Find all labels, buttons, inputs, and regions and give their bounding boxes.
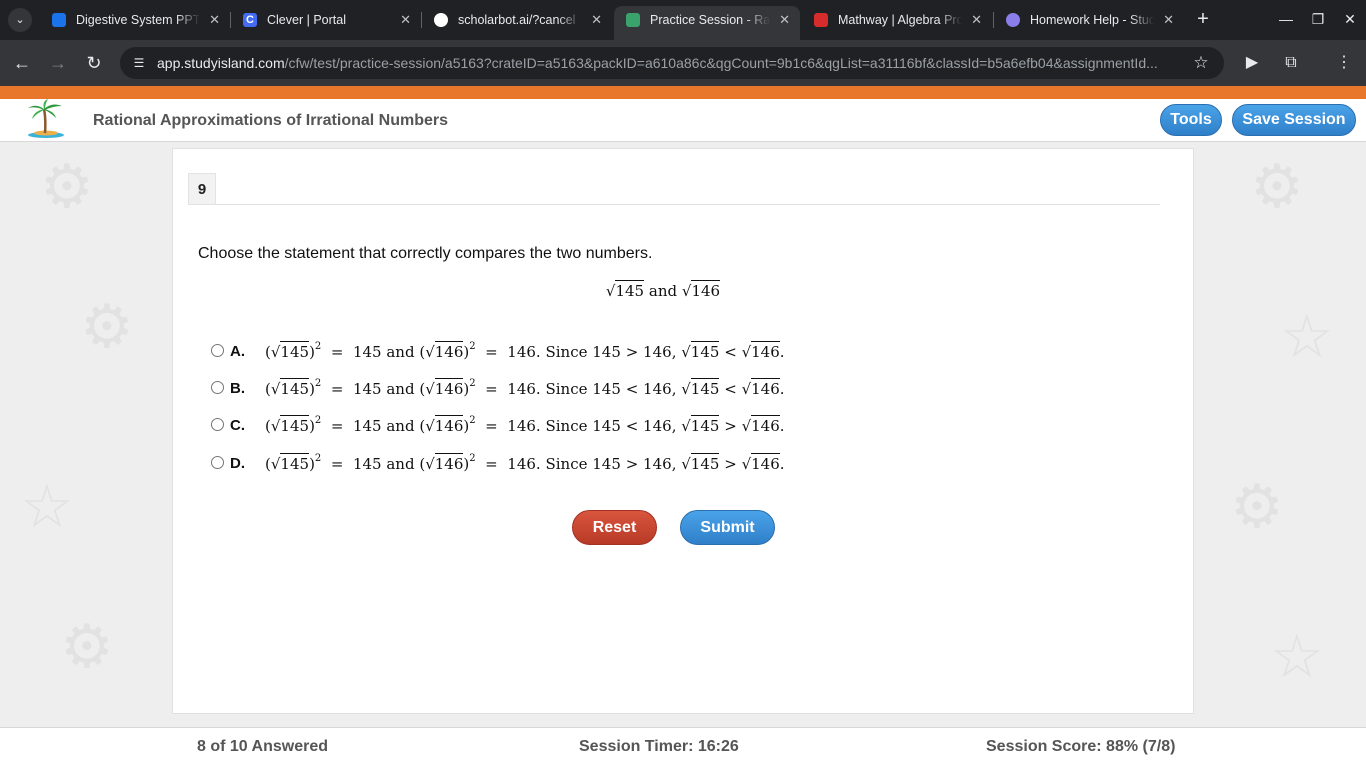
app-header: Rational Approximations of Irrational Nu…: [0, 99, 1366, 142]
session-score: Session Score: 88% (7/8): [986, 738, 1176, 755]
extensions-icon[interactable]: ⧉: [1279, 51, 1303, 75]
tab-title: Homework Help - Stud: [1030, 6, 1154, 34]
star-icon: ☆: [1270, 623, 1324, 690]
option-letter: A.: [230, 343, 245, 360]
reload-icon[interactable]: ↻: [82, 51, 106, 75]
browser-menu-icon[interactable]: ⋮: [1332, 51, 1356, 75]
scholarbot-icon: [434, 13, 448, 27]
cursor-extension-icon[interactable]: ▶: [1240, 51, 1264, 75]
radicand-b: 146: [691, 280, 721, 300]
reset-button[interactable]: Reset: [572, 510, 657, 545]
close-icon[interactable]: ✕: [209, 6, 220, 34]
window-close-icon[interactable]: ✕: [1339, 8, 1361, 30]
star-icon: ☆: [1280, 303, 1334, 370]
answered-count: 8 of 10 Answered: [197, 738, 329, 755]
tab-title: Clever | Portal: [267, 6, 391, 34]
close-icon[interactable]: ✕: [971, 6, 982, 34]
tools-button[interactable]: Tools: [1160, 104, 1222, 136]
option-letter: C.: [230, 417, 245, 434]
forward-icon[interactable]: →: [46, 51, 70, 75]
star-icon: ☆: [20, 473, 74, 540]
gear-icon: ⚙: [80, 293, 134, 360]
session-status-bar: 8 of 10 Answered Session Timer: 16:26 Se…: [0, 727, 1366, 768]
browser-tab-strip: ⌄ Digestive System PPT ✕ C Clever | Port…: [0, 0, 1366, 40]
option-b-radio[interactable]: [211, 381, 224, 394]
option-c-radio[interactable]: [211, 418, 224, 431]
new-tab-icon[interactable]: +: [1192, 8, 1214, 30]
session-timer: Session Timer: 16:26: [579, 738, 739, 755]
question-number: 9: [188, 173, 216, 204]
option-d-radio[interactable]: [211, 456, 224, 469]
gear-icon: ⚙: [1250, 153, 1304, 220]
expression-joiner: and: [648, 282, 678, 300]
divider: [188, 204, 1160, 205]
option-letter: D.: [230, 455, 245, 472]
tab-search-icon[interactable]: ⌄: [8, 8, 32, 32]
tab-title: Digestive System PPT: [76, 6, 200, 34]
studyisland-icon: [626, 13, 640, 27]
option-c-text: (√145)2 = 145 and (√146)2 = 146. Since 1…: [265, 415, 785, 435]
mathway-icon: [814, 13, 828, 27]
browser-toolbar: ← → ↻ ☰ app.studyisland.com/cfw/test/pra…: [0, 40, 1366, 86]
close-icon[interactable]: ✕: [400, 6, 411, 34]
answer-option-c[interactable]: C. (√145)2 = 145 and (√146)2 = 146. Sinc…: [211, 413, 911, 443]
site-info-icon[interactable]: ☰: [130, 54, 148, 72]
url-text[interactable]: app.studyisland.com/cfw/test/practice-se…: [157, 47, 1187, 79]
answer-option-d[interactable]: D. (√145)2 = 145 and (√146)2 = 146. Sinc…: [211, 451, 911, 481]
address-bar[interactable]: ☰ app.studyisland.com/cfw/test/practice-…: [120, 47, 1224, 79]
question-prompt: Choose the statement that correctly comp…: [198, 245, 653, 262]
option-a-radio[interactable]: [211, 344, 224, 357]
tools-label: Tools: [1170, 111, 1212, 128]
option-letter: B.: [230, 380, 245, 397]
close-icon[interactable]: ✕: [591, 6, 602, 34]
minimize-icon[interactable]: —: [1275, 8, 1297, 30]
palm-island-logo-icon: [28, 99, 64, 138]
close-icon[interactable]: ✕: [1163, 6, 1174, 34]
option-b-text: (√145)2 = 145 and (√146)2 = 146. Since 1…: [265, 378, 785, 398]
tab-clever-portal[interactable]: C Clever | Portal ✕: [231, 6, 421, 34]
question-card: 9 Choose the statement that correctly co…: [172, 148, 1194, 714]
page-title: Rational Approximations of Irrational Nu…: [93, 112, 449, 129]
option-a-text: (√145)2 = 145 and (√146)2 = 146. Since 1…: [265, 341, 785, 361]
answer-option-b[interactable]: B. (√145)2 = 145 and (√146)2 = 146. Sinc…: [211, 376, 911, 406]
url-path: /cfw/test/practice-session/a5163?crateID…: [284, 55, 1158, 71]
bookmark-star-icon[interactable]: ☆: [1190, 52, 1212, 74]
gear-icon: ⚙: [40, 153, 94, 220]
accent-bar: [0, 86, 1366, 99]
close-icon[interactable]: ✕: [779, 6, 790, 34]
maximize-icon[interactable]: ❐: [1307, 8, 1329, 30]
clever-icon: C: [243, 13, 257, 27]
homework-help-icon: [1006, 13, 1020, 27]
gear-icon: ⚙: [1230, 473, 1284, 540]
tab-digestive-system[interactable]: Digestive System PPT ✕: [40, 6, 230, 34]
submit-button[interactable]: Submit: [680, 510, 775, 545]
save-session-button[interactable]: Save Session: [1232, 104, 1356, 136]
gear-icon: ⚙: [60, 613, 114, 680]
expression: √145 and √146: [605, 280, 721, 300]
google-classroom-icon: [52, 13, 66, 27]
tab-practice-session[interactable]: Practice Session - Rati ✕: [614, 6, 800, 40]
tab-mathway[interactable]: Mathway | Algebra Pro ✕: [802, 6, 992, 34]
option-d-text: (√145)2 = 145 and (√146)2 = 146. Since 1…: [265, 453, 785, 473]
back-icon[interactable]: ←: [10, 51, 34, 75]
answer-option-a[interactable]: A. (√145)2 = 145 and (√146)2 = 146. Sinc…: [211, 339, 911, 369]
radicand-a: 145: [615, 280, 645, 300]
tab-scholarbot[interactable]: scholarbot.ai/?cancel ✕: [422, 6, 612, 34]
tab-title: Mathway | Algebra Pro: [838, 6, 962, 34]
url-host: app.studyisland.com: [157, 55, 285, 71]
tab-homework-help[interactable]: Homework Help - Stud ✕: [994, 6, 1184, 34]
tab-title: scholarbot.ai/?cancel: [458, 6, 582, 34]
tab-title: Practice Session - Rati: [650, 6, 770, 34]
